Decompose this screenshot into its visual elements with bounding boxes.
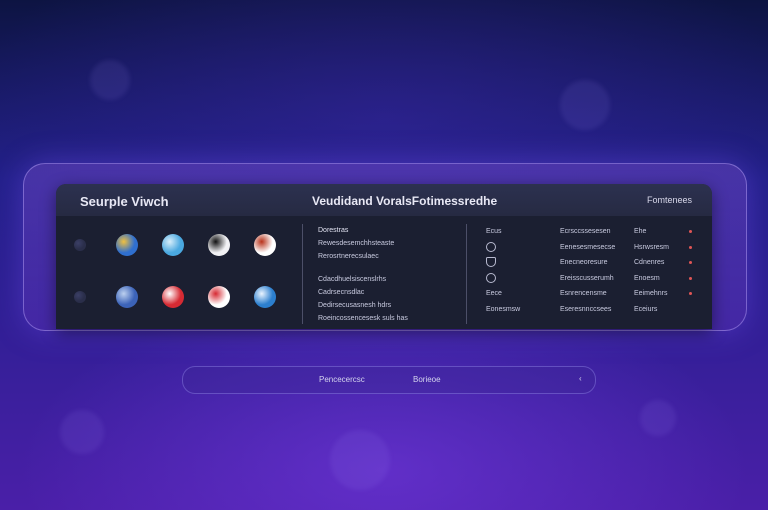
table-cell: Eseresnnccsees [560,305,612,313]
table-cell [486,240,496,256]
status-dot [689,261,692,264]
app-title: Seurple Viwch [80,194,169,209]
table-cell: Ereisscusserumh [560,274,614,282]
red-app-icon[interactable] [162,286,184,308]
details-table: Ecus Ecrsccssesesen Ehe Eenesesmesecse H… [484,224,704,317]
window-titlebar[interactable]: Seurple Viwch Veudidand VoralsFotimessre… [56,184,712,216]
table-cell: Esnrencensme [560,290,607,297]
column-divider [302,224,303,324]
circle-icon [486,241,496,252]
status-dot [689,292,692,295]
search-app-icon[interactable] [254,286,276,308]
table-cell: Eeimehnrs [634,290,668,297]
table-cell: Hsrwsresm [634,243,669,251]
table-row[interactable]: Ecus Ecrsccssesesen Ehe [484,224,704,240]
bottom-bar-label[interactable]: Pencecercsc [319,375,365,384]
chevron-left-icon[interactable]: ‹ [579,374,582,383]
table-cell: Eonesmsw [486,305,521,313]
media-app-icon[interactable] [254,234,276,256]
table-cell: Cdnenres [634,259,665,266]
list-item[interactable]: Rerosrtnerecsulaec [318,250,468,263]
bokeh-light [560,80,610,130]
table-cell [486,271,496,287]
list-item[interactable]: Cadrsecnsdlac [318,286,468,299]
list-item[interactable]: Roeincossencesesk suls has [318,312,468,325]
column-divider [466,224,467,324]
table-cell: Ehe [634,228,647,235]
dark-dot-icon[interactable] [74,291,86,303]
list-item[interactable]: Dedirsecusasnesh hdrs [318,299,468,312]
window-center-title: Veudidand VoralsFotimessredhe [312,194,498,208]
bokeh-light [60,410,104,454]
bokeh-light [90,60,130,100]
bottom-search-bar[interactable]: Pencecercsc Borieoe ‹ [182,366,596,394]
bottom-bar-label-secondary[interactable]: Borieoe [413,375,441,384]
split-app-icon[interactable] [208,286,230,308]
table-row[interactable]: Enecneoresure Cdnenres [484,255,704,271]
table-cell: Ecrsccssesesen [560,228,611,235]
table-cell: Enecneoresure [560,259,608,266]
image-viewer-icon[interactable] [162,234,184,256]
table-row[interactable]: Ereisscusserumh Enoesm [484,271,704,287]
shield-icon [486,257,496,268]
table-cell [486,255,496,271]
dark-dot-icon[interactable] [74,239,86,251]
list-item[interactable]: Rewesdesemchhsteaste [318,237,468,250]
list-item[interactable]: Cdacdhuelsiscenslrhs [318,273,468,286]
bokeh-light [640,400,676,436]
table-row[interactable]: Eece Esnrencensme Eeimehnrs [484,286,704,302]
list-item[interactable]: Dorestras [318,224,468,237]
window-right-title[interactable]: Fomtenees [647,195,692,205]
globe-app-icon[interactable] [116,234,138,256]
status-dot [689,245,692,249]
table-cell: Eenesesmesecse [560,243,616,251]
status-dot [689,230,692,233]
middle-list: Dorestras Rewesdesemchhsteaste Rerosrtne… [318,224,468,325]
table-row[interactable]: Eonesmsw Eseresnnccsees Eceiurs [484,302,704,318]
window-body: Dorestras Rewesdesemchhsteaste Rerosrtne… [56,216,712,329]
table-cell: Eceiurs [634,305,658,313]
status-dot [689,276,692,280]
bokeh-light [330,430,390,490]
gear-icon [486,272,496,283]
table-row[interactable]: Eenesesmesecse Hsrwsresm [484,240,704,256]
table-cell: Eece [486,290,502,297]
table-cell: Ecus [486,228,502,235]
app-icon-grid [74,234,294,324]
moon-app-icon[interactable] [208,234,230,256]
puzzle-app-icon[interactable] [116,286,138,308]
app-window: Seurple Viwch Veudidand VoralsFotimessre… [56,184,712,329]
table-cell: Enoesm [634,274,660,282]
